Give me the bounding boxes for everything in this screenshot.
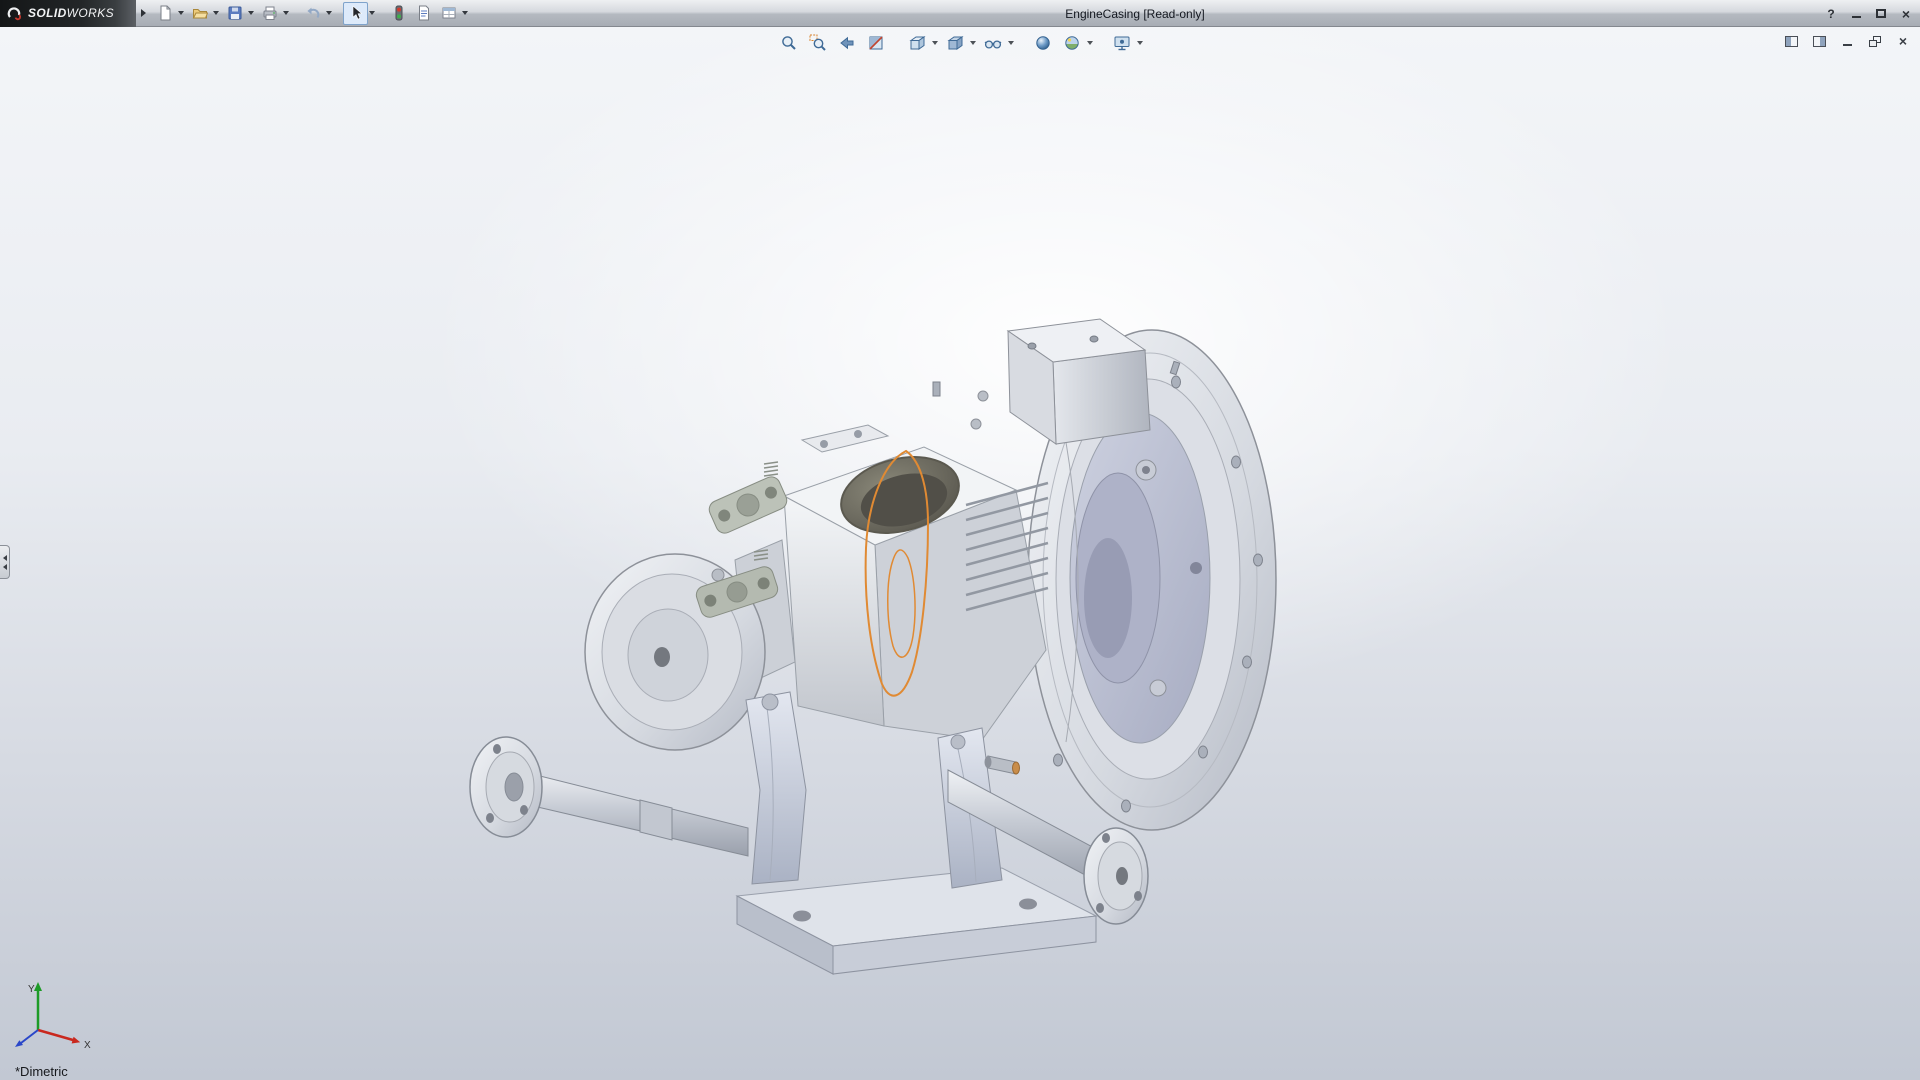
view-orientation-label: *Dimetric — [15, 1064, 68, 1079]
menu-expand-arrow[interactable] — [141, 9, 146, 17]
zoom-to-fit-button[interactable] — [777, 31, 801, 55]
zoom-to-area-icon — [809, 34, 827, 52]
save-dropdown-arrow[interactable] — [248, 11, 254, 15]
section-view-icon — [867, 34, 885, 52]
view-orientation-dropdown-arrow[interactable] — [932, 41, 938, 45]
document-close-button[interactable]: × — [1894, 33, 1912, 49]
doc-minimize-icon — [1843, 44, 1852, 46]
rebuild-trafficlight-icon — [391, 5, 407, 21]
new-document-button[interactable] — [152, 2, 177, 25]
previous-view-icon — [838, 34, 856, 52]
select-dropdown-arrow[interactable] — [369, 11, 375, 15]
select-button[interactable] — [343, 2, 368, 25]
hide-show-dropdown-arrow[interactable] — [1008, 41, 1014, 45]
new-document-icon — [157, 5, 173, 21]
engine-casing-model[interactable] — [0, 0, 1920, 1080]
edit-appearance-button[interactable] — [1031, 31, 1055, 55]
sheet-dropdown-arrow[interactable] — [462, 11, 468, 15]
display-style-button[interactable] — [943, 31, 967, 55]
open-dropdown-arrow[interactable] — [213, 11, 219, 15]
document-restore-button[interactable] — [1866, 33, 1884, 49]
view-settings-icon — [1113, 34, 1131, 52]
hide-show-glasses-icon — [984, 34, 1002, 52]
new-dropdown-arrow[interactable] — [178, 11, 184, 15]
left-shaft[interactable] — [470, 737, 748, 856]
reference-triad: Y X — [8, 978, 103, 1073]
pane-left-icon — [1785, 36, 1798, 47]
expand-left-arrow-icon — [3, 555, 7, 561]
print-icon — [262, 5, 278, 21]
minimize-icon — [1852, 16, 1861, 18]
main-toolbar — [152, 0, 471, 27]
view-settings-dropdown-arrow[interactable] — [1137, 41, 1143, 45]
top-cover-box[interactable] — [933, 319, 1150, 444]
pane-toggle-left-button[interactable] — [1782, 33, 1800, 49]
view-orientation-button[interactable] — [905, 31, 929, 55]
window-title: EngineCasing [Read-only] — [470, 0, 1800, 27]
triad-x-axis: X — [38, 1030, 91, 1051]
display-style-cube-icon — [946, 34, 964, 52]
heads-up-toolbar — [777, 31, 1143, 55]
hide-show-items-button[interactable] — [981, 31, 1005, 55]
apply-scene-button[interactable] — [1060, 31, 1084, 55]
zoom-to-fit-icon — [780, 34, 798, 52]
pane-right-icon — [1813, 36, 1826, 47]
help-button[interactable]: ? — [1822, 5, 1840, 23]
doc-restore-icon — [1869, 36, 1881, 47]
maximize-icon — [1876, 9, 1886, 18]
zoom-to-area-button[interactable] — [806, 31, 830, 55]
print-button[interactable] — [257, 2, 282, 25]
front-pin[interactable] — [985, 756, 1020, 774]
rebuild-button[interactable] — [386, 2, 411, 25]
svg-text:X: X — [84, 1040, 91, 1051]
window-controls: ? × — [1822, 0, 1915, 27]
select-cursor-icon — [348, 5, 364, 21]
base-plate[interactable] — [737, 868, 1096, 974]
minimize-button[interactable] — [1847, 5, 1865, 23]
brand-wordmark: SOLIDWORKS — [28, 6, 114, 20]
document-window-controls: × — [1782, 33, 1912, 49]
svg-text:Y: Y — [28, 984, 35, 995]
open-button[interactable] — [187, 2, 212, 25]
view-orientation-cube-icon — [908, 34, 926, 52]
file-properties-icon — [416, 5, 432, 21]
save-button[interactable] — [222, 2, 247, 25]
save-floppy-icon — [227, 5, 243, 21]
maximize-button[interactable] — [1872, 5, 1890, 23]
previous-view-button[interactable] — [835, 31, 859, 55]
print-dropdown-arrow[interactable] — [283, 11, 289, 15]
undo-button[interactable] — [300, 2, 325, 25]
sheet-grid-icon — [441, 5, 457, 21]
triad-y-axis: Y — [28, 982, 42, 1030]
open-folder-icon — [192, 5, 208, 21]
section-view-button[interactable] — [864, 31, 888, 55]
edit-appearance-sphere-icon — [1034, 34, 1052, 52]
display-style-dropdown-arrow[interactable] — [970, 41, 976, 45]
expand-left-arrow-icon — [3, 564, 7, 570]
apply-scene-sphere-icon — [1063, 34, 1081, 52]
solidworks-logo-icon — [6, 6, 24, 21]
apply-scene-dropdown-arrow[interactable] — [1087, 41, 1093, 45]
solidworks-menu[interactable]: SOLIDWORKS — [0, 0, 136, 27]
pane-toggle-right-button[interactable] — [1810, 33, 1828, 49]
undo-icon — [305, 5, 321, 21]
view-settings-button[interactable] — [1110, 31, 1134, 55]
close-button[interactable]: × — [1897, 5, 1915, 23]
cylinder-block[interactable] — [784, 425, 1048, 740]
title-bar[interactable]: SOLIDWORKS — [0, 0, 1920, 27]
undo-dropdown-arrow[interactable] — [326, 11, 332, 15]
file-properties-button[interactable] — [411, 2, 436, 25]
triad-z-axis — [15, 1030, 38, 1047]
sheet-options-button[interactable] — [436, 2, 461, 25]
document-minimize-button[interactable] — [1838, 33, 1856, 49]
featuremanager-collapsed-tab[interactable] — [0, 545, 10, 579]
